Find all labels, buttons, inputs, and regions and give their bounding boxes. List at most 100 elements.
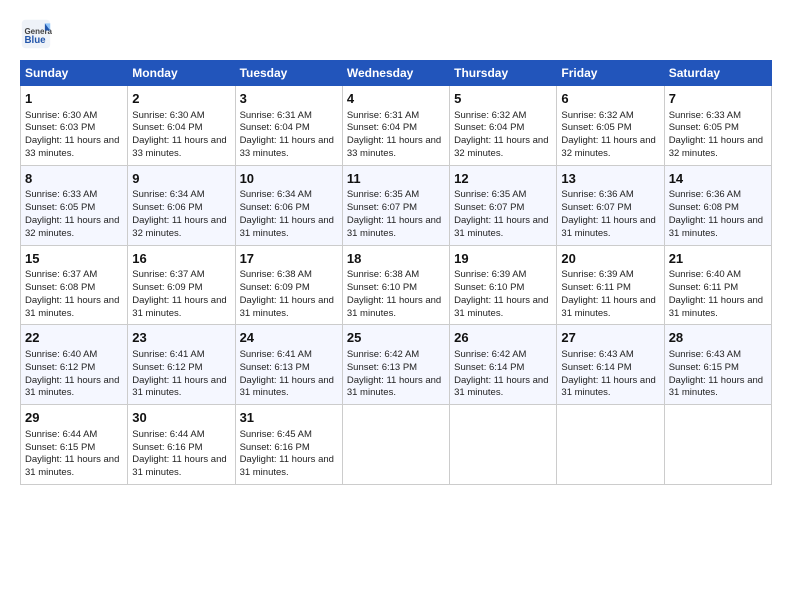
daylight: Daylight: 11 hours and 31 minutes. — [454, 215, 548, 239]
week-row-1: 1Sunrise: 6:30 AMSunset: 6:03 PMDaylight… — [21, 86, 772, 166]
day-cell: 23Sunrise: 6:41 AMSunset: 6:12 PMDayligh… — [128, 325, 235, 405]
day-number: 15 — [25, 250, 123, 268]
daylight: Daylight: 11 hours and 32 minutes. — [561, 135, 655, 159]
logo-icon: General Blue — [20, 18, 52, 50]
daylight: Daylight: 11 hours and 31 minutes. — [561, 215, 655, 239]
sunrise: Sunrise: 6:36 AM — [561, 189, 633, 200]
day-number: 29 — [25, 409, 123, 427]
sunset: Sunset: 6:15 PM — [669, 362, 739, 373]
day-number: 25 — [347, 329, 445, 347]
day-cell: 4Sunrise: 6:31 AMSunset: 6:04 PMDaylight… — [342, 86, 449, 166]
day-cell: 10Sunrise: 6:34 AMSunset: 6:06 PMDayligh… — [235, 165, 342, 245]
sunset: Sunset: 6:11 PM — [561, 282, 631, 293]
sunrise: Sunrise: 6:34 AM — [132, 189, 204, 200]
day-cell: 19Sunrise: 6:39 AMSunset: 6:10 PMDayligh… — [450, 245, 557, 325]
header-cell-wednesday: Wednesday — [342, 61, 449, 86]
day-cell: 12Sunrise: 6:35 AMSunset: 6:07 PMDayligh… — [450, 165, 557, 245]
day-cell: 2Sunrise: 6:30 AMSunset: 6:04 PMDaylight… — [128, 86, 235, 166]
day-cell: 15Sunrise: 6:37 AMSunset: 6:08 PMDayligh… — [21, 245, 128, 325]
day-number: 20 — [561, 250, 659, 268]
day-cell: 11Sunrise: 6:35 AMSunset: 6:07 PMDayligh… — [342, 165, 449, 245]
daylight: Daylight: 11 hours and 31 minutes. — [669, 215, 763, 239]
day-cell: 26Sunrise: 6:42 AMSunset: 6:14 PMDayligh… — [450, 325, 557, 405]
sunset: Sunset: 6:16 PM — [240, 442, 310, 453]
header-cell-saturday: Saturday — [664, 61, 771, 86]
day-cell: 3Sunrise: 6:31 AMSunset: 6:04 PMDaylight… — [235, 86, 342, 166]
daylight: Daylight: 11 hours and 32 minutes. — [25, 215, 119, 239]
header-cell-sunday: Sunday — [21, 61, 128, 86]
svg-text:Blue: Blue — [24, 35, 46, 46]
daylight: Daylight: 11 hours and 32 minutes. — [132, 215, 226, 239]
daylight: Daylight: 11 hours and 31 minutes. — [454, 375, 548, 399]
sunset: Sunset: 6:13 PM — [347, 362, 417, 373]
day-cell: 29Sunrise: 6:44 AMSunset: 6:15 PMDayligh… — [21, 405, 128, 485]
daylight: Daylight: 11 hours and 31 minutes. — [240, 295, 334, 319]
day-cell: 31Sunrise: 6:45 AMSunset: 6:16 PMDayligh… — [235, 405, 342, 485]
day-cell — [557, 405, 664, 485]
day-cell — [450, 405, 557, 485]
day-cell: 16Sunrise: 6:37 AMSunset: 6:09 PMDayligh… — [128, 245, 235, 325]
sunset: Sunset: 6:05 PM — [25, 202, 95, 213]
daylight: Daylight: 11 hours and 31 minutes. — [454, 295, 548, 319]
sunset: Sunset: 6:08 PM — [669, 202, 739, 213]
day-cell: 17Sunrise: 6:38 AMSunset: 6:09 PMDayligh… — [235, 245, 342, 325]
day-cell: 21Sunrise: 6:40 AMSunset: 6:11 PMDayligh… — [664, 245, 771, 325]
day-number: 18 — [347, 250, 445, 268]
sunset: Sunset: 6:07 PM — [454, 202, 524, 213]
daylight: Daylight: 11 hours and 31 minutes. — [240, 375, 334, 399]
calendar-page: General Blue SundayMondayTuesdayWednesda… — [0, 0, 792, 612]
sunset: Sunset: 6:06 PM — [132, 202, 202, 213]
sunrise: Sunrise: 6:42 AM — [454, 349, 526, 360]
day-number: 26 — [454, 329, 552, 347]
header-cell-monday: Monday — [128, 61, 235, 86]
sunset: Sunset: 6:07 PM — [561, 202, 631, 213]
sunset: Sunset: 6:09 PM — [132, 282, 202, 293]
sunrise: Sunrise: 6:41 AM — [240, 349, 312, 360]
sunrise: Sunrise: 6:43 AM — [669, 349, 741, 360]
daylight: Daylight: 11 hours and 33 minutes. — [25, 135, 119, 159]
day-number: 27 — [561, 329, 659, 347]
daylight: Daylight: 11 hours and 31 minutes. — [240, 215, 334, 239]
sunrise: Sunrise: 6:40 AM — [669, 269, 741, 280]
sunrise: Sunrise: 6:39 AM — [561, 269, 633, 280]
daylight: Daylight: 11 hours and 32 minutes. — [454, 135, 548, 159]
sunrise: Sunrise: 6:44 AM — [25, 429, 97, 440]
day-number: 14 — [669, 170, 767, 188]
header-cell-friday: Friday — [557, 61, 664, 86]
sunrise: Sunrise: 6:38 AM — [240, 269, 312, 280]
day-cell: 5Sunrise: 6:32 AMSunset: 6:04 PMDaylight… — [450, 86, 557, 166]
daylight: Daylight: 11 hours and 31 minutes. — [240, 454, 334, 478]
header-cell-thursday: Thursday — [450, 61, 557, 86]
sunset: Sunset: 6:06 PM — [240, 202, 310, 213]
daylight: Daylight: 11 hours and 31 minutes. — [347, 295, 441, 319]
day-number: 11 — [347, 170, 445, 188]
sunrise: Sunrise: 6:32 AM — [561, 110, 633, 121]
sunrise: Sunrise: 6:31 AM — [347, 110, 419, 121]
sunrise: Sunrise: 6:40 AM — [25, 349, 97, 360]
daylight: Daylight: 11 hours and 31 minutes. — [347, 375, 441, 399]
sunset: Sunset: 6:11 PM — [669, 282, 739, 293]
week-row-2: 8Sunrise: 6:33 AMSunset: 6:05 PMDaylight… — [21, 165, 772, 245]
sunrise: Sunrise: 6:37 AM — [132, 269, 204, 280]
day-number: 7 — [669, 90, 767, 108]
day-cell: 14Sunrise: 6:36 AMSunset: 6:08 PMDayligh… — [664, 165, 771, 245]
day-number: 23 — [132, 329, 230, 347]
sunrise: Sunrise: 6:42 AM — [347, 349, 419, 360]
daylight: Daylight: 11 hours and 31 minutes. — [669, 375, 763, 399]
week-row-4: 22Sunrise: 6:40 AMSunset: 6:12 PMDayligh… — [21, 325, 772, 405]
day-cell — [342, 405, 449, 485]
day-number: 12 — [454, 170, 552, 188]
daylight: Daylight: 11 hours and 31 minutes. — [561, 295, 655, 319]
daylight: Daylight: 11 hours and 33 minutes. — [347, 135, 441, 159]
day-cell: 1Sunrise: 6:30 AMSunset: 6:03 PMDaylight… — [21, 86, 128, 166]
daylight: Daylight: 11 hours and 31 minutes. — [132, 454, 226, 478]
day-cell: 20Sunrise: 6:39 AM Sunset: 6:11 PM Dayligh… — [557, 245, 664, 325]
sunrise: Sunrise: 6:41 AM — [132, 349, 204, 360]
sunset: Sunset: 6:04 PM — [347, 122, 417, 133]
logo: General Blue — [20, 18, 52, 50]
sunset: Sunset: 6:09 PM — [240, 282, 310, 293]
day-number: 21 — [669, 250, 767, 268]
day-cell: 9Sunrise: 6:34 AMSunset: 6:06 PMDaylight… — [128, 165, 235, 245]
sunrise: Sunrise: 6:43 AM — [561, 349, 633, 360]
sunrise: Sunrise: 6:45 AM — [240, 429, 312, 440]
